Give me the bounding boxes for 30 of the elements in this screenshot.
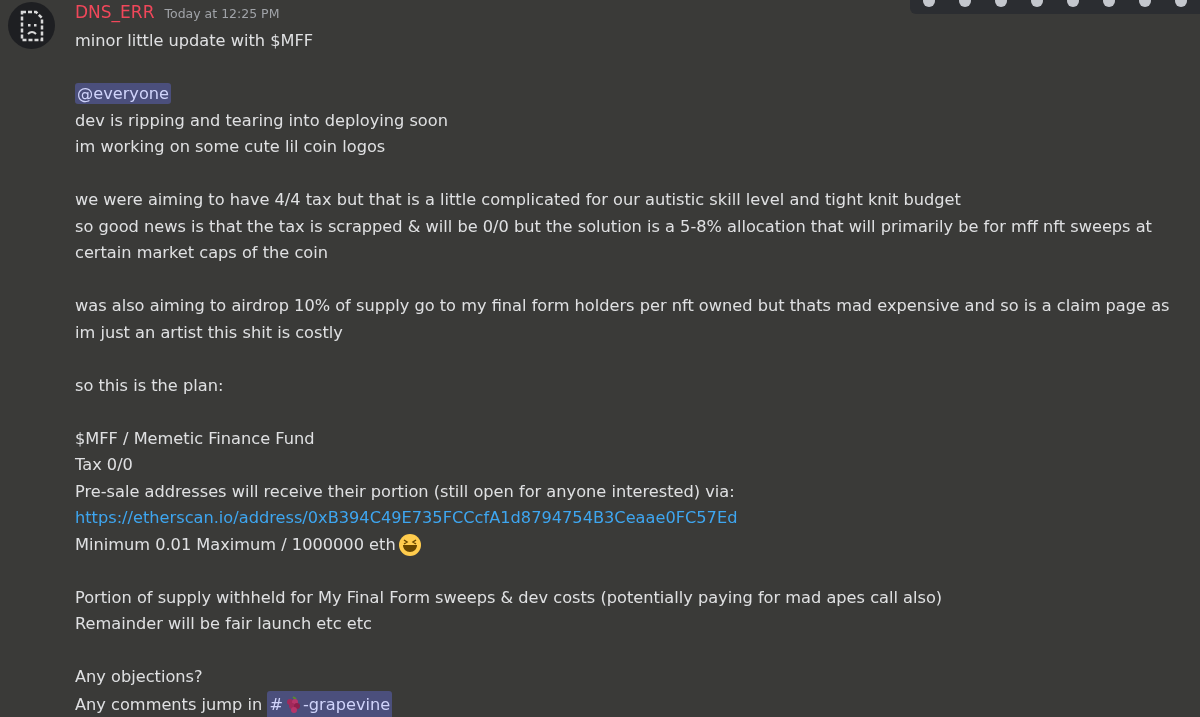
message-text: Tax 0/0 (75, 455, 133, 474)
message-text: was also aiming to airdrop 10% of supply go to my final form holders per nft owned but thats mad expensive and so is a claim page as im just an artist this shit is costly (75, 296, 1170, 342)
avatar[interactable] (8, 2, 55, 49)
message-text: so good news is that the tax is scrapped & will be 0/0 but the solution is a 5-8% allocation that will primarily be for mff nft sweeps at certain market caps of the coin (75, 216, 1152, 262)
message-text: Pre-sale addresses will receive their portion (still open for anyone interested) via: (75, 481, 735, 501)
timestamp: Today at 12:25 PM (164, 6, 280, 21)
message-text: Remainder will be fair launch etc etc (75, 614, 372, 633)
toolbar-icon[interactable] (1066, 0, 1080, 8)
toolbar-icon[interactable] (1138, 0, 1152, 8)
channel-mention[interactable]: # -grapevine (267, 690, 393, 717)
toolbar-icon[interactable] (958, 0, 972, 8)
toolbar-icon[interactable] (922, 0, 936, 8)
message-text: im working on some cute lil coin logos (75, 137, 386, 156)
username[interactable]: DNS_ERR (75, 2, 155, 22)
message-text: so this is the plan: (75, 375, 224, 395)
link[interactable]: https://etherscan.io/address/0xB394C49E735FCCcfA1d8794754B3Ceaae0FC57Ed (75, 508, 738, 527)
message-text: Any comments jump in (75, 694, 264, 714)
mention[interactable]: @everyone (75, 83, 172, 104)
toolbar-icon[interactable] (1102, 0, 1116, 8)
message-text: minor little update with $MFF (75, 31, 314, 50)
message-text: Portion of supply withheld for My Final Form sweeps & dev costs (potentially paying for mad apes call also) (75, 587, 943, 607)
toolbar-icon[interactable] (1174, 0, 1188, 8)
laughing-emoji-icon (397, 533, 422, 557)
message-text: we were aiming to have 4/4 tax but that is a little complicated for our autistic skill level and tight knit budget (75, 190, 961, 209)
message-text: Minimum 0.01 Maximum / 1000000 eth (75, 534, 396, 554)
message-text: $MFF / Memetic Finance Fund (75, 428, 315, 448)
message-text: dev is ripping and tearing into deploying soon (75, 110, 448, 130)
toolbar-icon[interactable] (994, 0, 1008, 8)
toolbar-icon[interactable] (1030, 0, 1044, 8)
message-text: Any objections? (75, 667, 203, 686)
